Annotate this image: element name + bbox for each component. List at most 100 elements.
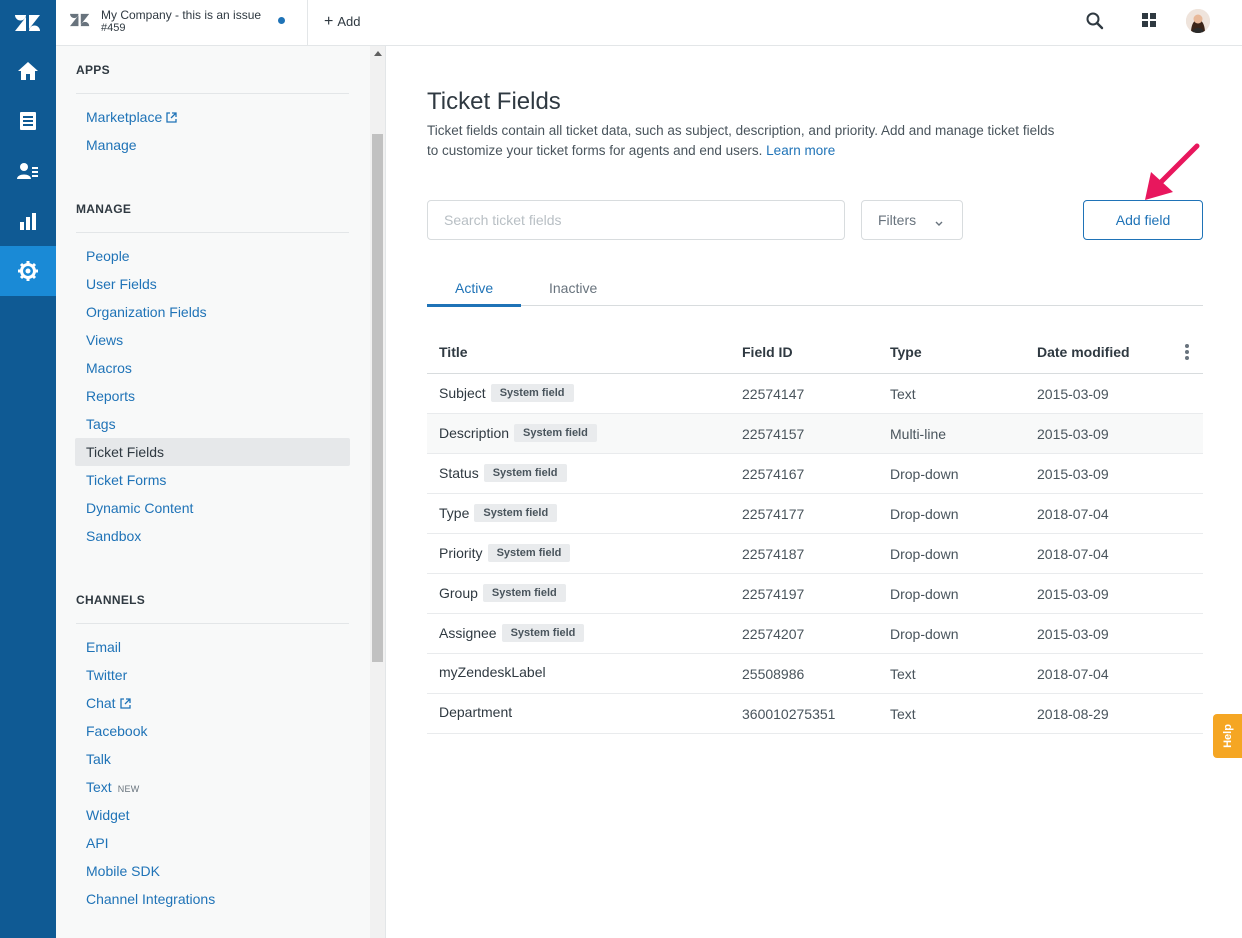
zendesk-mark-icon [70,12,90,33]
sidebar-item-widget[interactable]: Widget [75,801,350,829]
divider [76,232,349,233]
add-label: Add [337,14,361,29]
field-id: 22574157 [742,426,805,442]
table-row[interactable]: Status System field 22574167 Drop-down 20… [427,454,1203,494]
system-field-badge: System field [514,424,597,442]
sidebar-item-api[interactable]: API [75,829,350,857]
sidebar-item-text[interactable]: Text NEW [75,773,350,801]
sidebar-item-mobile-sdk[interactable]: Mobile SDK [75,857,350,885]
sidebar-item-ticket-fields[interactable]: Ticket Fields [75,438,350,466]
sidebar-item-tags[interactable]: Tags [75,410,350,438]
table-row[interactable]: Priority System field 22574187 Drop-down … [427,534,1203,574]
admin-sidebar: APPS Marketplace Manage MANAGE People Us… [56,46,370,938]
sidebar-item-channel-integrations[interactable]: Channel Integrations [75,885,350,913]
field-title: Priority [439,545,483,561]
field-date: 2018-08-29 [1037,706,1109,722]
admin-gear-icon[interactable] [0,246,56,296]
ticket-tab[interactable]: My Company - this is an issue #459 [56,0,308,45]
sidebar-item-views[interactable]: Views [75,326,350,354]
column-header-date-modified[interactable]: Date modified [1037,344,1130,360]
sidebar-item-dynamic-content[interactable]: Dynamic Content [75,494,350,522]
sidebar-item-people[interactable]: People [75,242,350,270]
column-header-field-id[interactable]: Field ID [742,344,793,360]
column-header-type[interactable]: Type [890,344,922,360]
add-button[interactable]: + Add [324,12,361,30]
system-field-badge: System field [487,544,571,562]
field-type: Drop-down [890,626,959,642]
field-date: 2018-07-04 [1037,546,1109,562]
field-id: 22574197 [742,586,805,602]
field-title: Assignee [439,625,497,641]
field-id: 360010275351 [742,706,836,722]
learn-more-link[interactable]: Learn more [766,143,835,158]
field-type: Text [890,706,916,722]
sidebar-item-macros[interactable]: Macros [75,354,350,382]
search-input[interactable] [427,200,845,240]
filters-dropdown[interactable]: Filters [861,200,963,240]
system-field-badge: System field [474,504,558,522]
table-row[interactable]: Description System field 22574157 Multi-l… [427,414,1203,454]
search-icon[interactable] [1086,12,1104,35]
field-id: 22574167 [742,466,805,482]
product-nav-rail [0,0,56,938]
column-options-kebab-icon[interactable] [1185,344,1189,362]
sidebar-item-manage[interactable]: Manage [75,131,350,159]
sidebar-item-chat[interactable]: Chat [75,689,350,717]
table-row[interactable]: Group System field 22574197 Drop-down 201… [427,574,1203,614]
sidebar-item-marketplace[interactable]: Marketplace [75,103,350,131]
table-row[interactable]: myZendeskLabel 25508986 Text 2018-07-04 [427,654,1203,694]
reporting-icon[interactable] [0,196,56,246]
plus-icon: + [324,12,334,30]
sidebar-item-email[interactable]: Email [75,633,350,661]
field-title: Subject [439,385,486,401]
scrollbar-thumb[interactable] [372,134,383,662]
description-text: Ticket fields contain all ticket data, s… [427,123,1055,158]
field-type: Multi-line [890,426,947,442]
tab-active[interactable]: Active [455,280,493,296]
table-row[interactable]: Assignee System field 22574207 Drop-down … [427,614,1203,654]
product-tray-icon[interactable] [1141,12,1157,33]
table-row[interactable]: Subject System field 22574147 Text 2015-0… [427,374,1203,414]
sidebar-item-user-fields[interactable]: User Fields [75,270,350,298]
external-link-icon [119,690,131,718]
field-type: Text [890,386,916,402]
sidebar-item-twitter[interactable]: Twitter [75,661,350,689]
table-header: Title Field ID Type Date modified [427,331,1203,374]
sidebar-item-facebook[interactable]: Facebook [75,717,350,745]
page-title: Ticket Fields [427,88,561,115]
divider [76,93,349,94]
tab-inactive[interactable]: Inactive [549,280,597,296]
field-date: 2015-03-09 [1037,426,1109,442]
field-id: 22574187 [742,546,805,562]
field-id: 22574207 [742,626,805,642]
chevron-down-icon [934,215,944,231]
help-button[interactable]: Help [1213,714,1242,758]
sidebar-item-sandbox[interactable]: Sandbox [75,522,350,550]
new-badge: NEW [117,784,140,794]
sidebar-scrollbar[interactable] [370,46,386,938]
sidebar-item-label: Text [86,779,112,795]
home-icon[interactable] [0,46,56,96]
sidebar-item-talk[interactable]: Talk [75,745,350,773]
field-type: Text [890,666,916,682]
scroll-up-arrow-icon[interactable] [374,51,382,56]
table-row[interactable]: Type System field 22574177 Drop-down 2018… [427,494,1203,534]
field-type: Drop-down [890,586,959,602]
table-row[interactable]: Department 360010275351 Text 2018-08-29 [427,694,1203,734]
customers-icon[interactable] [0,146,56,196]
system-field-badge: System field [482,584,566,602]
unsaved-dot [278,17,285,24]
field-title: myZendeskLabel [439,664,546,680]
sidebar-item-label: Marketplace [86,109,163,125]
sidebar-item-organization-fields[interactable]: Organization Fields [75,298,350,326]
filters-label: Filters [878,212,917,228]
field-date: 2018-07-04 [1037,506,1109,522]
sidebar-item-reports[interactable]: Reports [75,382,350,410]
apps-heading: APPS [76,63,110,77]
avatar[interactable] [1186,9,1210,33]
column-header-title[interactable]: Title [439,344,468,360]
views-icon[interactable] [0,96,56,146]
zendesk-logo-icon[interactable] [0,0,56,46]
sidebar-item-ticket-forms[interactable]: Ticket Forms [75,466,350,494]
field-id: 25508986 [742,666,805,682]
